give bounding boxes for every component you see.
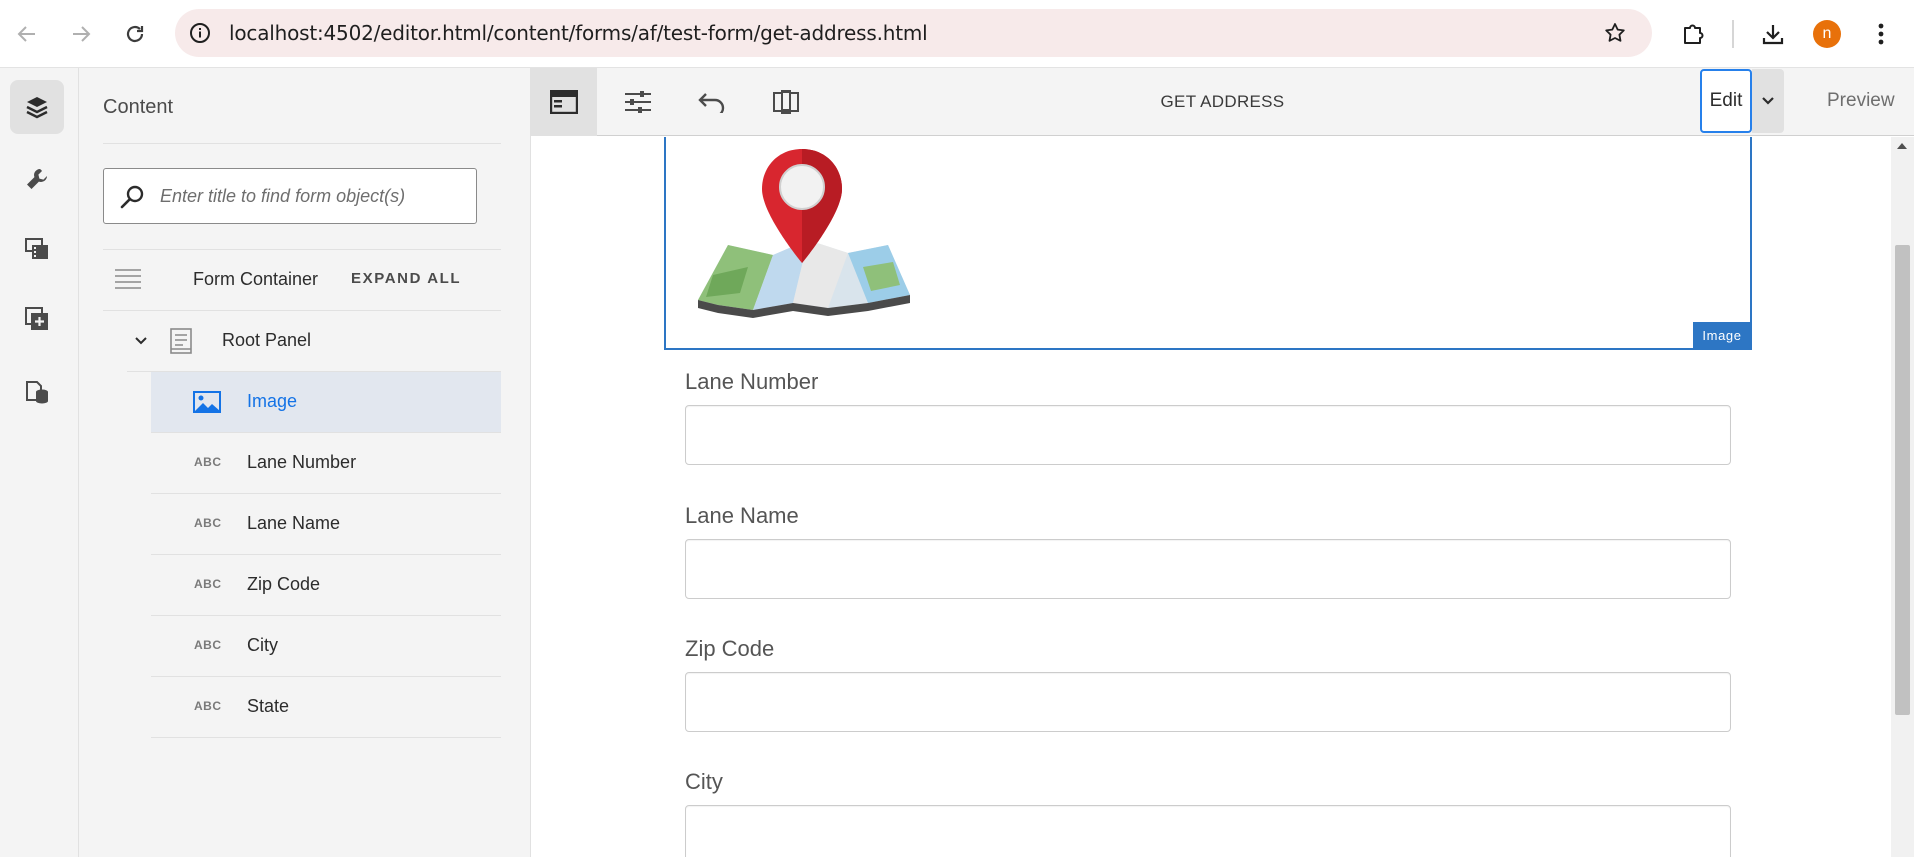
address-bar[interactable]: localhost:4502/editor.html/content/forms… (175, 9, 1652, 57)
media-icon (25, 238, 48, 259)
search-icon (120, 185, 144, 209)
image-icon (193, 391, 221, 413)
tree-item-zip-code[interactable]: ABC Zip Code (151, 555, 501, 616)
lane-name-field: Lane Name (685, 503, 1731, 599)
back-arrow-icon (17, 26, 35, 42)
properties-toolbar-button[interactable] (605, 68, 671, 136)
emulator-button[interactable] (753, 68, 819, 136)
chevron-down-icon[interactable] (135, 337, 147, 345)
toggle-side-panel-button[interactable] (531, 68, 597, 136)
undo-icon (698, 93, 725, 113)
panel-title: Content (103, 96, 174, 118)
city-field: City (685, 769, 1731, 857)
root-panel-label: Root Panel (222, 330, 312, 350)
editor-toolbar: GET ADDRESS Edit Preview (531, 68, 1914, 136)
scroll-up-arrow-icon[interactable] (1897, 143, 1907, 149)
device-icon (773, 90, 799, 114)
content-tree-button[interactable] (10, 80, 64, 134)
tree-item-image[interactable]: Image (151, 372, 501, 433)
kebab-menu-icon (1878, 23, 1884, 45)
side-rail (0, 68, 79, 857)
profile-avatar[interactable]: n (1813, 20, 1841, 48)
preview-button[interactable]: Preview (1827, 90, 1895, 112)
tree-header: Form Container EXPAND ALL (103, 250, 501, 310)
undo-button[interactable] (679, 68, 745, 136)
lane-name-label: Lane Name (685, 503, 799, 528)
back-button[interactable] (10, 17, 44, 51)
search-box[interactable] (103, 168, 477, 224)
components-button[interactable] (10, 292, 64, 346)
bookmark-star-icon[interactable] (1602, 20, 1628, 46)
layers-icon (26, 97, 48, 119)
component-type-badge: Image (1693, 322, 1751, 349)
side-panel-icon (550, 90, 578, 114)
edit-mode-button[interactable]: Edit (1700, 69, 1752, 133)
city-label: City (685, 769, 723, 794)
browser-menu-button[interactable] (1864, 17, 1898, 51)
forward-button[interactable] (64, 17, 98, 51)
url-text[interactable]: localhost:4502/editor.html/content/forms… (229, 21, 928, 45)
lane-number-input[interactable] (685, 405, 1731, 465)
text-field-icon: ABC (194, 516, 222, 530)
image-component[interactable]: Image (664, 137, 1752, 350)
tree-item-label: Zip Code (247, 574, 321, 594)
tree-item-city[interactable]: ABC City (151, 616, 501, 677)
canvas-scrollbar[interactable] (1891, 137, 1914, 857)
tree-item-label: Lane Name (247, 513, 341, 533)
panel-icon (170, 328, 192, 354)
downloads-button[interactable] (1756, 17, 1790, 51)
tree-item-lane-number[interactable]: ABC Lane Number (151, 433, 501, 494)
text-field-icon: ABC (194, 699, 222, 713)
browser-toolbar: localhost:4502/editor.html/content/forms… (0, 0, 1914, 68)
text-field-icon: ABC (194, 638, 222, 652)
reload-button[interactable] (118, 17, 152, 51)
chevron-down-icon (1762, 97, 1774, 105)
zip-code-input[interactable] (685, 672, 1731, 732)
properties-button[interactable] (10, 152, 64, 206)
download-icon (1762, 25, 1784, 45)
assets-button[interactable] (10, 222, 64, 276)
tree-item-lane-name[interactable]: ABC Lane Name (151, 494, 501, 555)
form-container-icon (115, 269, 141, 289)
lane-number-label: Lane Number (685, 369, 819, 394)
content-panel: Content Form Container EXPAND ALL Root P… (79, 68, 531, 857)
sliders-icon (625, 91, 651, 113)
text-field-icon: ABC (194, 455, 222, 469)
tree-item-root-panel[interactable]: Root Panel (127, 311, 501, 372)
scroll-thumb[interactable] (1895, 245, 1910, 715)
tree-item-state[interactable]: ABC State (151, 677, 501, 738)
data-sources-button[interactable] (10, 364, 64, 418)
zip-code-field: Zip Code (685, 636, 1731, 732)
extensions-button[interactable] (1676, 17, 1710, 51)
tree-item-label: City (247, 635, 278, 655)
puzzle-icon (1684, 24, 1704, 44)
reload-icon (126, 25, 144, 43)
city-input[interactable] (685, 805, 1731, 857)
tree-item-label: State (247, 696, 290, 716)
form-canvas: Image Lane Number Lane Name Zip Code Cit… (531, 137, 1891, 857)
toolbar-divider (1732, 20, 1734, 48)
add-component-icon (25, 307, 48, 330)
zip-code-label: Zip Code (685, 636, 775, 661)
panel-divider (103, 143, 501, 144)
forward-arrow-icon (73, 26, 91, 42)
tree-item-label: Lane Number (247, 452, 357, 472)
form-container-label[interactable]: Form Container (193, 269, 318, 290)
tree-item-label: Image (247, 391, 298, 411)
mode-dropdown-button[interactable] (1752, 69, 1784, 133)
expand-all-button[interactable]: EXPAND ALL (351, 270, 461, 287)
lane-number-field: Lane Number (685, 369, 1731, 465)
lane-name-input[interactable] (685, 539, 1731, 599)
site-info-icon[interactable] (187, 20, 213, 46)
map-pin-image (698, 149, 910, 318)
text-field-icon: ABC (194, 577, 222, 591)
data-sources-icon (26, 381, 48, 404)
search-input[interactable] (160, 181, 460, 211)
wrench-icon (27, 169, 47, 189)
